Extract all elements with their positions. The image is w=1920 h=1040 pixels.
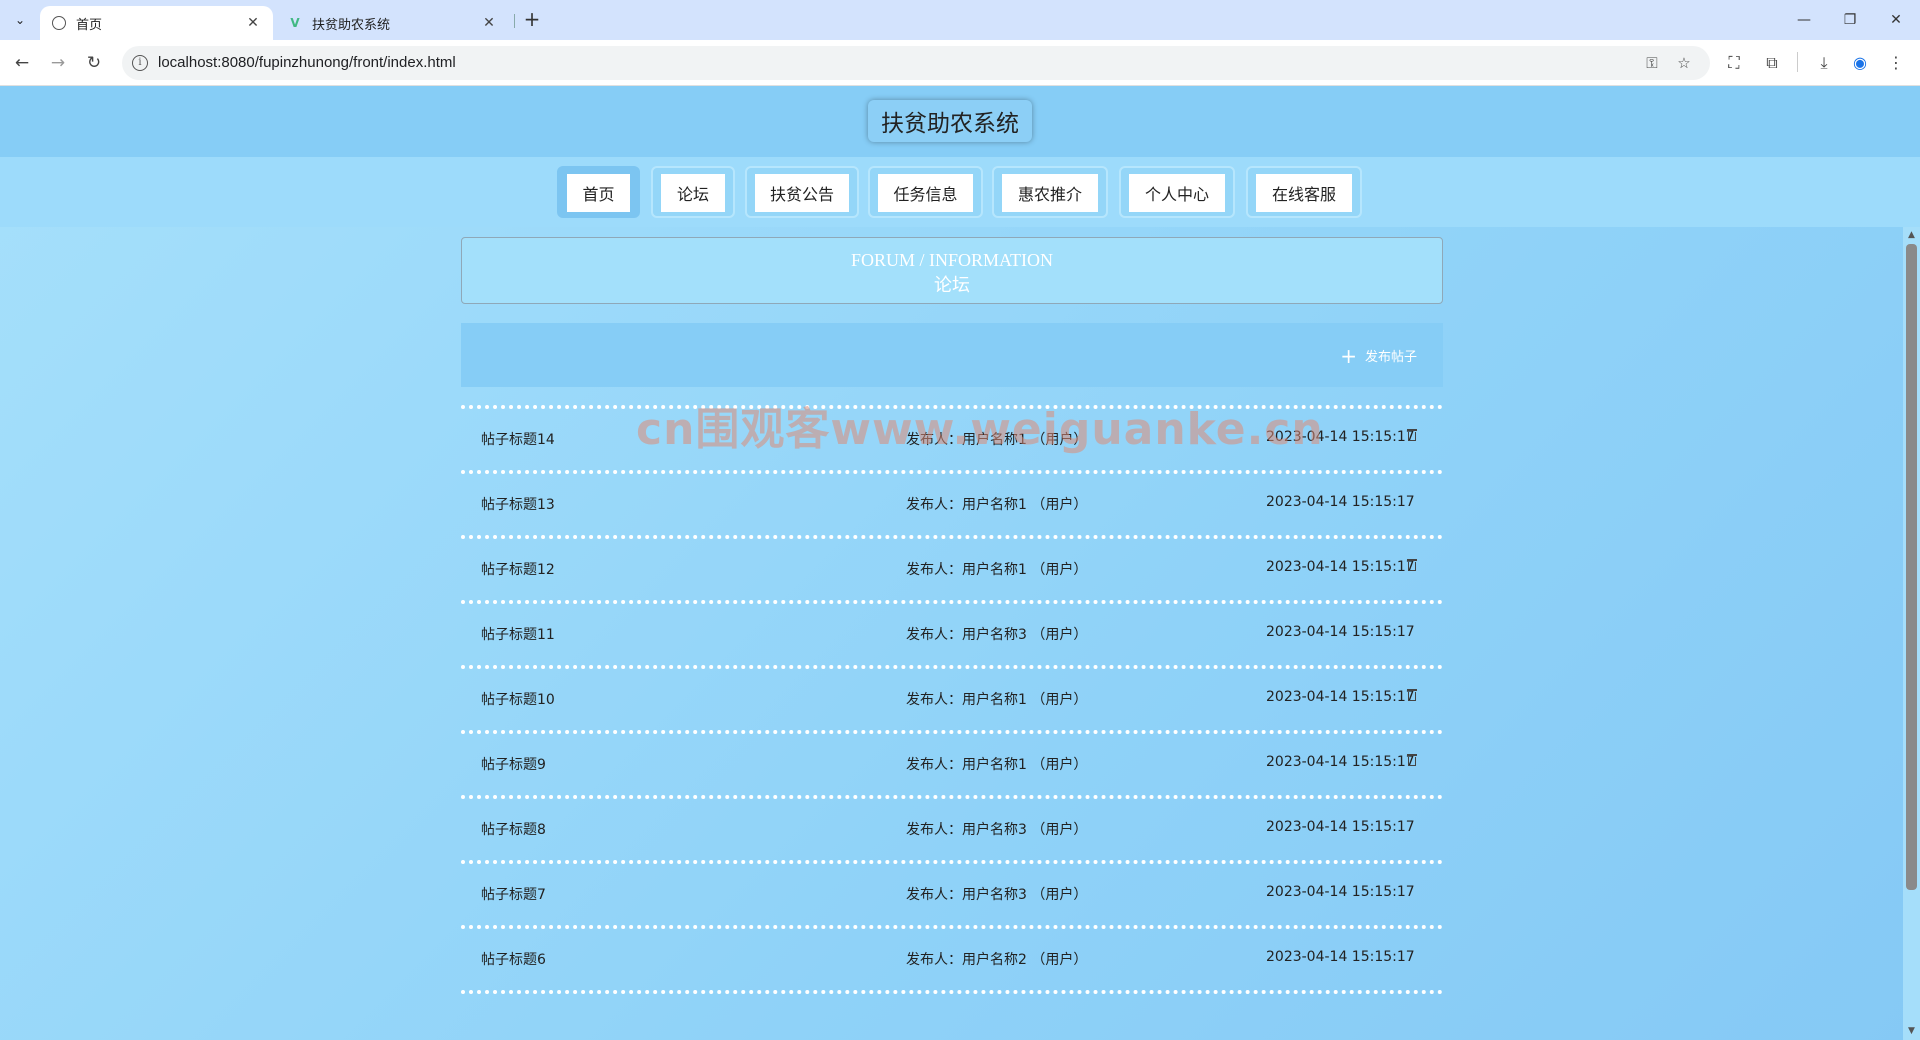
post-row[interactable]: 帖子标题9 发布人：用户名称1 （用户） 2023-04-14 15:15:17: [461, 730, 1443, 795]
tab-title: 扶贫助农系统: [312, 17, 391, 33]
nav-item-label[interactable]: 扶贫公告: [755, 174, 849, 212]
post-date: 2023-04-14 15:15:17: [1266, 494, 1415, 510]
post-author: 发布人：用户名称2 （用户）: [906, 952, 1088, 968]
nav-item-profile[interactable]: 个人中心: [1119, 166, 1235, 218]
forum-action-bar: + 发布帖子: [461, 323, 1443, 387]
address-bar[interactable]: i localhost:8080/fupinzhunong/front/inde…: [122, 46, 1710, 80]
post-title[interactable]: 帖子标题7: [481, 884, 546, 904]
scroll-up-icon[interactable]: ▲: [1907, 230, 1916, 240]
site-info-icon[interactable]: i: [132, 55, 148, 71]
tab-divider: [514, 14, 515, 28]
post-author: 发布人：用户名称1 （用户）: [906, 432, 1088, 448]
nav-item-tasks[interactable]: 任务信息: [868, 166, 983, 218]
post-title[interactable]: 帖子标题12: [481, 559, 555, 579]
post-author: 发布人：用户名称1 （用户）: [906, 692, 1088, 708]
reload-icon[interactable]: ↻: [82, 51, 106, 75]
post-author: 发布人：用户名称3 （用户）: [906, 627, 1088, 643]
post-date: 2023-04-14 15:15:17: [1266, 624, 1415, 640]
forum-heading-cn: 论坛: [934, 275, 970, 295]
post-list: 帖子标题14 发布人：用户名称1 （用户） 2023-04-14 15:15:1…: [461, 405, 1443, 994]
post-row[interactable]: 帖子标题14 发布人：用户名称1 （用户） 2023-04-14 15:15:1…: [461, 405, 1443, 470]
post-row[interactable]: 帖子标题11 发布人：用户名称3 （用户） 2023-04-14 15:15:1…: [461, 600, 1443, 665]
nav-item-announcements[interactable]: 扶贫公告: [745, 166, 859, 218]
screenshot-icon[interactable]: ⛶: [1722, 51, 1746, 75]
new-tab-button[interactable]: +: [520, 8, 544, 32]
nav-item-label[interactable]: 个人中心: [1129, 174, 1225, 212]
globe-icon: [52, 16, 66, 30]
download-icon[interactable]: ⤓: [1812, 51, 1836, 75]
post-date: 2023-04-14 15:15:17: [1266, 429, 1415, 445]
browser-tab-bar: ⌄ 首页 ✕ V 扶贫助农系统 ✕ + — ❐ ✕: [0, 0, 1920, 40]
post-date: 2023-04-14 15:15:17: [1266, 559, 1415, 575]
post-author: 发布人：用户名称3 （用户）: [906, 822, 1088, 838]
post-title[interactable]: 帖子标题13: [481, 494, 555, 514]
delete-icon[interactable]: [1407, 559, 1417, 571]
tab-search-icon[interactable]: ⌄: [8, 8, 32, 32]
post-date: 2023-04-14 15:15:17: [1266, 949, 1415, 965]
browser-toolbar: ← → ↻ i localhost:8080/fupinzhunong/fron…: [0, 40, 1920, 86]
toolbar-divider: [1797, 52, 1798, 72]
nav-item-label[interactable]: 任务信息: [878, 174, 973, 212]
nav-item-forum[interactable]: 论坛: [651, 166, 735, 218]
password-key-icon[interactable]: ⚿: [1642, 53, 1662, 73]
scrollbar-thumb[interactable]: [1906, 244, 1917, 890]
post-date: 2023-04-14 15:15:17: [1266, 819, 1415, 835]
post-title[interactable]: 帖子标题8: [481, 819, 546, 839]
nav-item-label[interactable]: 首页: [567, 174, 630, 212]
post-title[interactable]: 帖子标题6: [481, 949, 546, 969]
scroll-down-icon[interactable]: ▼: [1907, 1026, 1916, 1036]
url-text[interactable]: localhost:8080/fupinzhunong/front/index.…: [158, 54, 456, 71]
post-author: 发布人：用户名称1 （用户）: [906, 757, 1088, 773]
post-date: 2023-04-14 15:15:17: [1266, 689, 1415, 705]
post-author: 发布人：用户名称3 （用户）: [906, 887, 1088, 903]
menu-icon[interactable]: ⋮: [1884, 51, 1908, 75]
post-row[interactable]: 帖子标题8 发布人：用户名称3 （用户） 2023-04-14 15:15:17: [461, 795, 1443, 860]
back-icon[interactable]: ←: [10, 51, 34, 75]
post-author: 发布人：用户名称1 （用户）: [906, 562, 1088, 578]
post-title[interactable]: 帖子标题9: [481, 754, 546, 774]
tab-system[interactable]: V 扶贫助农系统 ✕: [276, 6, 509, 40]
plus-icon: +: [1340, 343, 1357, 368]
forward-icon[interactable]: →: [46, 51, 70, 75]
vue-icon: V: [290, 16, 300, 30]
close-icon[interactable]: ✕: [245, 15, 261, 31]
tab-title: 首页: [76, 17, 103, 33]
post-author: 发布人：用户名称1 （用户）: [906, 497, 1088, 513]
new-post-label: 发布帖子: [1364, 350, 1417, 365]
minimize-button[interactable]: —: [1790, 8, 1818, 32]
page-content: 扶贫助农系统 首页 论坛 扶贫公告 任务信息 惠农推介 个人中心 在线客服 FO…: [0, 86, 1920, 1040]
nav-item-home[interactable]: 首页: [557, 166, 640, 218]
delete-icon[interactable]: [1407, 754, 1417, 766]
close-icon[interactable]: ✕: [481, 15, 497, 31]
nav-item-label[interactable]: 惠农推介: [1002, 174, 1098, 212]
tab-home[interactable]: 首页 ✕: [40, 6, 273, 40]
main-nav: 首页 论坛 扶贫公告 任务信息 惠农推介 个人中心 在线客服: [0, 157, 1920, 227]
nav-item-label[interactable]: 论坛: [661, 174, 725, 212]
post-date: 2023-04-14 15:15:17: [1266, 754, 1415, 770]
post-date: 2023-04-14 15:15:17: [1266, 884, 1415, 900]
extensions-icon[interactable]: ⧉: [1760, 51, 1784, 75]
post-row[interactable]: 帖子标题10 发布人：用户名称1 （用户） 2023-04-14 15:15:1…: [461, 665, 1443, 730]
window-close-button[interactable]: ✕: [1882, 8, 1910, 32]
post-title[interactable]: 帖子标题14: [481, 429, 555, 449]
delete-icon[interactable]: [1407, 429, 1417, 441]
nav-item-label[interactable]: 在线客服: [1256, 174, 1352, 212]
site-title: 扶贫助农系统: [868, 100, 1032, 142]
profile-icon[interactable]: ◉: [1848, 51, 1872, 75]
delete-icon[interactable]: [1407, 689, 1417, 701]
post-row[interactable]: 帖子标题6 发布人：用户名称2 （用户） 2023-04-14 15:15:17: [461, 925, 1443, 994]
post-title[interactable]: 帖子标题10: [481, 689, 555, 709]
restore-button[interactable]: ❐: [1836, 8, 1864, 32]
post-title[interactable]: 帖子标题11: [481, 624, 555, 644]
new-post-button[interactable]: + 发布帖子: [1340, 343, 1417, 368]
site-header: 扶贫助农系统: [0, 86, 1920, 157]
nav-item-support[interactable]: 在线客服: [1246, 166, 1362, 218]
post-row[interactable]: 帖子标题13 发布人：用户名称1 （用户） 2023-04-14 15:15:1…: [461, 470, 1443, 535]
forum-heading: FORUM / INFORMATION 论坛: [461, 237, 1443, 304]
nav-item-promotions[interactable]: 惠农推介: [992, 166, 1108, 218]
bookmark-star-icon[interactable]: ☆: [1674, 53, 1694, 73]
post-row[interactable]: 帖子标题7 发布人：用户名称3 （用户） 2023-04-14 15:15:17: [461, 860, 1443, 925]
post-row[interactable]: 帖子标题12 发布人：用户名称1 （用户） 2023-04-14 15:15:1…: [461, 535, 1443, 600]
forum-heading-en: FORUM / INFORMATION: [850, 250, 1054, 270]
